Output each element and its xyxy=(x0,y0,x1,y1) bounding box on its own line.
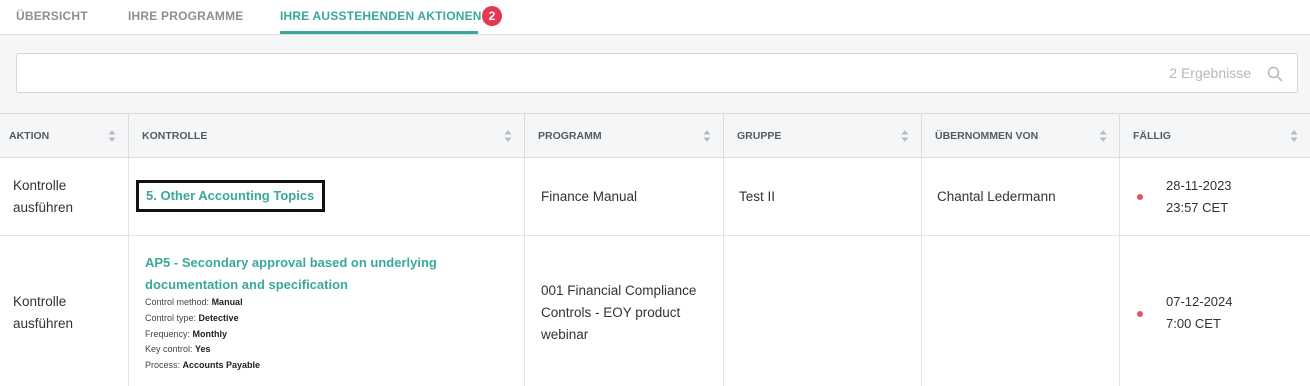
cell-faellig: 07-12-2024 7:00 CET xyxy=(1120,236,1310,386)
tab-ihre-programme[interactable]: IHRE PROGRAMME xyxy=(128,9,243,23)
sort-icon[interactable] xyxy=(703,128,711,144)
action-text: ausführen xyxy=(13,316,74,331)
column-label: KONTROLLE xyxy=(142,130,208,142)
cell-kontrolle: AP5 - Secondary approval based on underl… xyxy=(129,236,525,386)
detail-key-control: Key control: Yes xyxy=(145,344,211,355)
due-time: 7:00 CET xyxy=(1166,316,1221,331)
action-text: Kontrolle xyxy=(13,178,67,193)
column-label: GRUPPE xyxy=(737,130,782,142)
column-header-aktion[interactable]: AKTION xyxy=(0,114,129,158)
search-icon[interactable] xyxy=(1267,66,1283,82)
column-label: AKTION xyxy=(9,130,50,142)
tab-ausstehende-aktionen[interactable]: IHRE AUSSTEHENDEN AKTIONEN xyxy=(280,9,482,23)
overdue-dot-icon xyxy=(1137,194,1143,200)
pending-count-badge: 2 xyxy=(482,6,502,26)
column-header-kontrolle[interactable]: KONTROLLE xyxy=(129,114,525,158)
table-header: AKTION KONTROLLE PROGRAMM GRUPPE ÜBERNOM… xyxy=(0,114,1310,158)
table-row: Kontrolle ausführen 5. Other Accounting … xyxy=(0,158,1310,236)
due-time: 23:57 CET xyxy=(1166,200,1229,215)
detail-process: Process: Accounts Payable xyxy=(145,360,261,371)
column-header-programm[interactable]: PROGRAMM xyxy=(525,114,724,158)
cell-uebernommen-von xyxy=(922,236,1120,386)
column-label: PROGRAMM xyxy=(538,130,602,142)
sort-icon[interactable] xyxy=(504,128,512,144)
program-text: Finance Manual xyxy=(541,189,638,204)
cell-programm: 001 Financial Compliance Controls - EOY … xyxy=(525,236,724,386)
active-tab-indicator xyxy=(280,31,478,34)
column-label: FÄLLIG xyxy=(1133,130,1171,142)
search-input[interactable]: 2 Ergebnisse xyxy=(16,53,1298,93)
program-text: Controls - EOY product xyxy=(541,305,681,320)
cell-aktion: Kontrolle ausführen xyxy=(0,236,129,386)
control-link[interactable]: 5. Other Accounting Topics xyxy=(146,188,314,203)
detail-control-method: Control method: Manual xyxy=(145,297,243,307)
sort-icon[interactable] xyxy=(901,128,909,144)
highlighted-control: 5. Other Accounting Topics xyxy=(136,180,325,212)
control-link[interactable]: AP5 - Secondary approval based on underl… xyxy=(145,252,437,274)
cell-faellig: 28-11-2023 23:57 CET xyxy=(1120,158,1310,235)
tab-bar: ÜBERSICHT IHRE PROGRAMME IHRE AUSSTEHEND… xyxy=(0,0,1310,35)
table-row: Kontrolle ausführen AP5 - Secondary appr… xyxy=(0,236,1310,386)
due-date: 07-12-2024 xyxy=(1166,294,1233,309)
sort-icon[interactable] xyxy=(1290,128,1298,144)
cell-programm: Finance Manual xyxy=(525,158,724,235)
column-label: ÜBERNOMMEN VON xyxy=(935,130,1039,142)
control-link[interactable]: documentation and specification xyxy=(145,274,437,296)
sort-icon[interactable] xyxy=(1099,128,1107,144)
cell-kontrolle: 5. Other Accounting Topics xyxy=(129,158,525,235)
action-text: ausführen xyxy=(13,200,74,215)
cell-aktion: Kontrolle ausführen xyxy=(0,158,129,235)
detail-frequency: Frequency: Monthly xyxy=(145,328,228,339)
group-text: Test II xyxy=(739,189,776,204)
column-header-gruppe[interactable]: GRUPPE xyxy=(724,114,922,158)
detail-control-type: Control type: Detective xyxy=(145,312,239,323)
assignee-text: Chantal Ledermann xyxy=(937,189,1056,204)
overdue-dot-icon xyxy=(1137,311,1143,317)
action-text: Kontrolle xyxy=(13,294,67,309)
result-count: 2 Ergebnisse xyxy=(1169,65,1251,81)
cell-gruppe xyxy=(724,236,922,386)
search-area: 2 Ergebnisse xyxy=(0,35,1310,114)
sort-icon[interactable] xyxy=(108,128,116,144)
program-text: 001 Financial Compliance xyxy=(541,283,697,298)
program-text: webinar xyxy=(541,327,589,342)
cell-gruppe: Test II xyxy=(724,158,922,235)
cell-uebernommen-von: Chantal Ledermann xyxy=(922,158,1120,235)
due-date: 28-11-2023 xyxy=(1166,178,1232,193)
tab-uebersicht[interactable]: ÜBERSICHT xyxy=(16,9,88,23)
control-details: Control method: Manual Control type: Det… xyxy=(145,295,260,374)
column-header-faellig[interactable]: FÄLLIG xyxy=(1120,114,1310,158)
column-header-uebernommen-von[interactable]: ÜBERNOMMEN VON xyxy=(922,114,1120,158)
